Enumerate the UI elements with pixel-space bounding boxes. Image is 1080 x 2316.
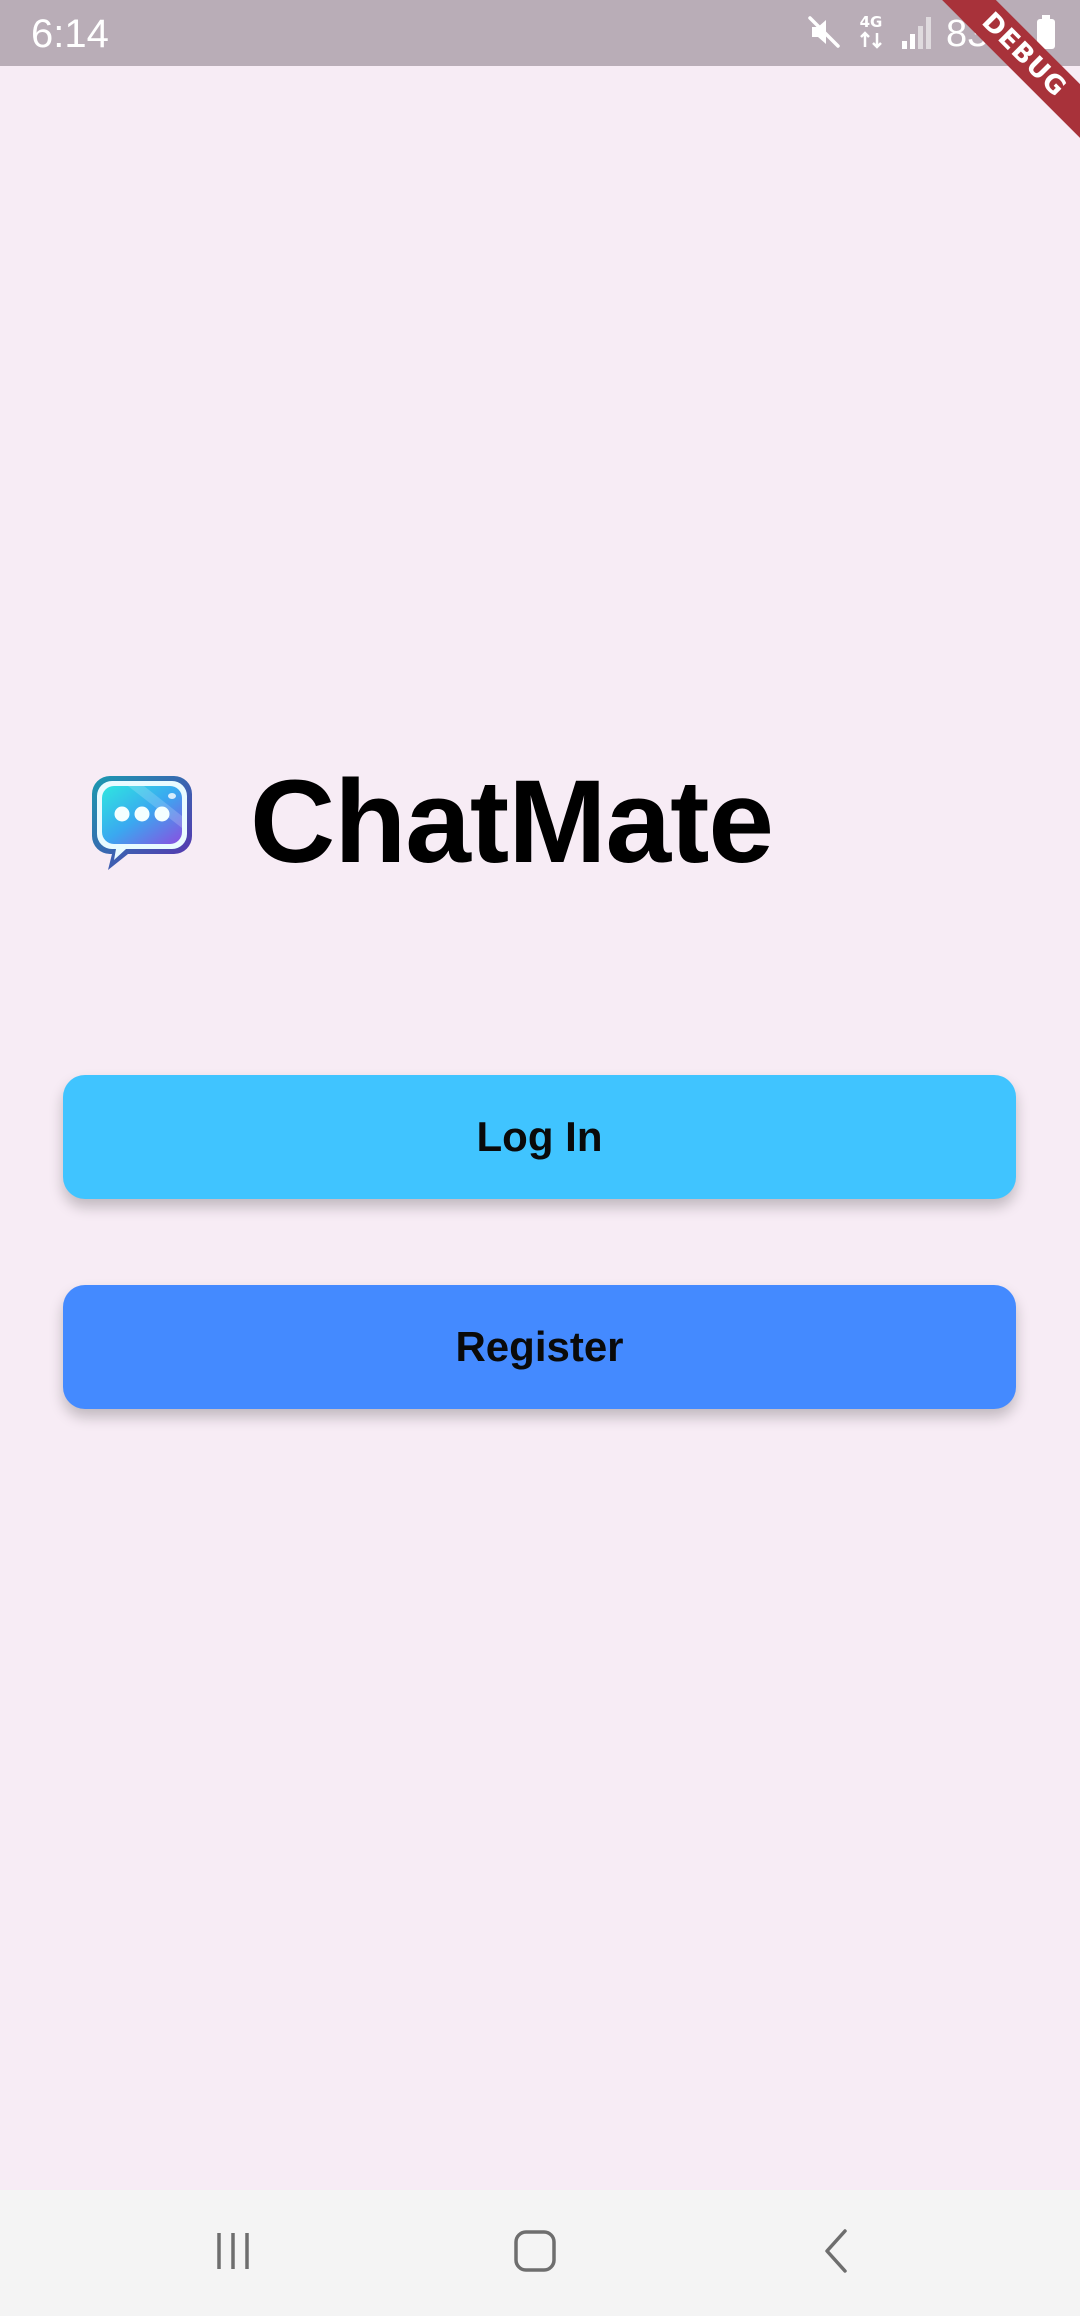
battery-icon [1036, 14, 1056, 54]
navigation-bar [0, 2190, 1080, 2316]
status-icons: 4G 83% [806, 12, 1056, 56]
signal-icon [900, 15, 932, 54]
status-bar: 6:14 4G 83% [0, 0, 1080, 66]
network-4g-icon: 4G [856, 13, 886, 56]
chat-bubble-icon [88, 768, 196, 876]
mute-icon [806, 14, 842, 55]
app-title: ChatMate [250, 756, 774, 888]
register-button[interactable]: Register [63, 1285, 1016, 1409]
app-header: ChatMate [88, 756, 774, 888]
home-icon [513, 2229, 557, 2278]
login-button[interactable]: Log In [63, 1075, 1016, 1199]
back-icon [815, 2227, 859, 2280]
recents-button[interactable] [133, 2190, 333, 2316]
back-button[interactable] [737, 2190, 937, 2316]
svg-text:4G: 4G [860, 13, 883, 31]
status-time: 6:14 [31, 12, 109, 56]
battery-percentage: 83% [945, 13, 1022, 55]
home-button[interactable] [435, 2190, 635, 2316]
recents-icon [211, 2229, 255, 2278]
